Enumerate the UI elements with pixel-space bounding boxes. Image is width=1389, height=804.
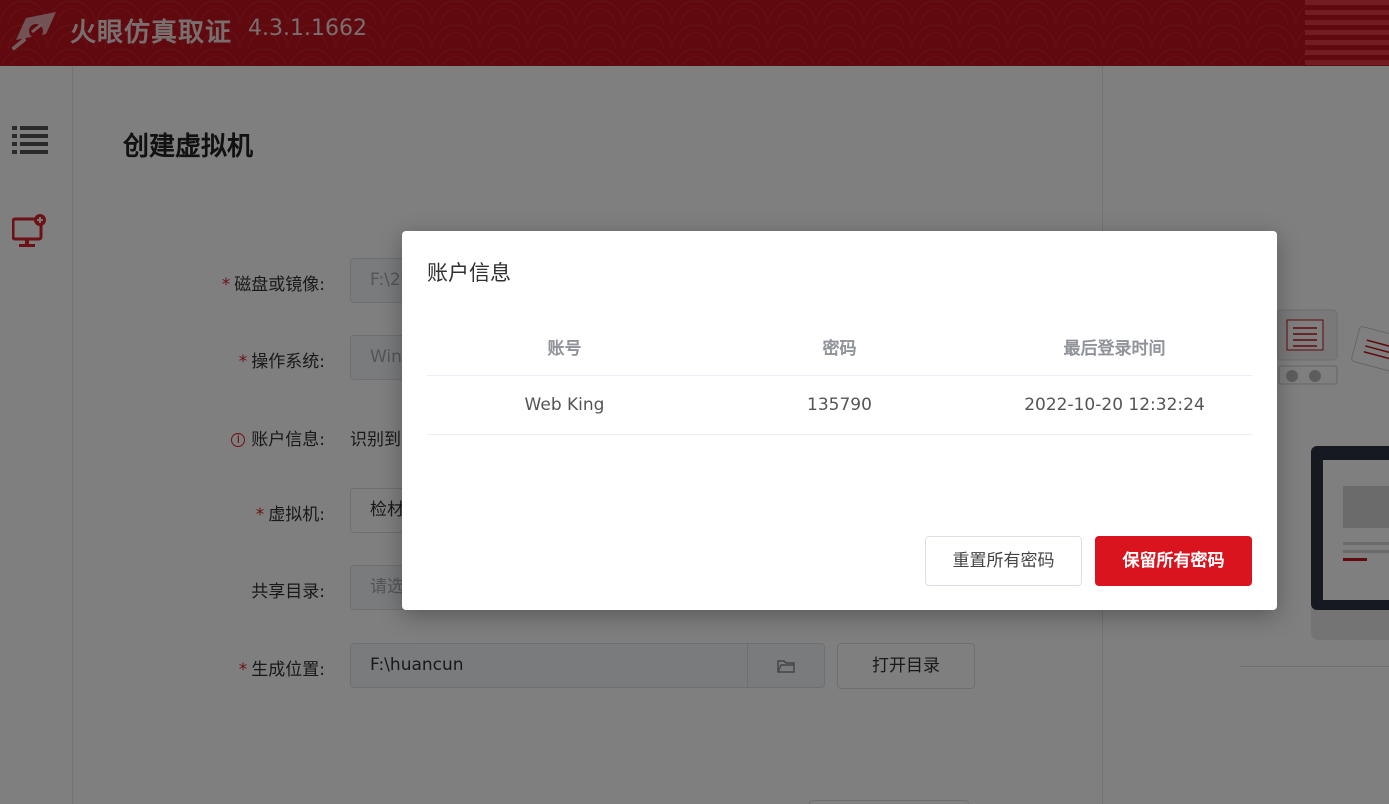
keep-all-passwords-button[interactable]: 保留所有密码 (1095, 536, 1252, 586)
account-info-dialog: 账户信息 账号 密码 最后登录时间 Web King 135790 2022-1… (402, 231, 1277, 610)
last-login-cell: 2022-10-20 12:32:24 (1024, 395, 1205, 415)
column-header-password: 密码 (822, 338, 857, 359)
password-cell: 135790 (807, 395, 872, 415)
reset-all-passwords-button[interactable]: 重置所有密码 (925, 536, 1082, 586)
column-header-last-login: 最后登录时间 (1063, 338, 1166, 359)
account-table: 账号 密码 最后登录时间 Web King 135790 2022-10-20 … (427, 317, 1252, 435)
dialog-title: 账户信息 (427, 261, 511, 285)
column-header-account: 账号 (547, 338, 582, 359)
table-header: 账号 密码 最后登录时间 (427, 317, 1252, 376)
account-cell: Web King (524, 395, 605, 415)
table-row[interactable]: Web King 135790 2022-10-20 12:32:24 (427, 376, 1252, 435)
